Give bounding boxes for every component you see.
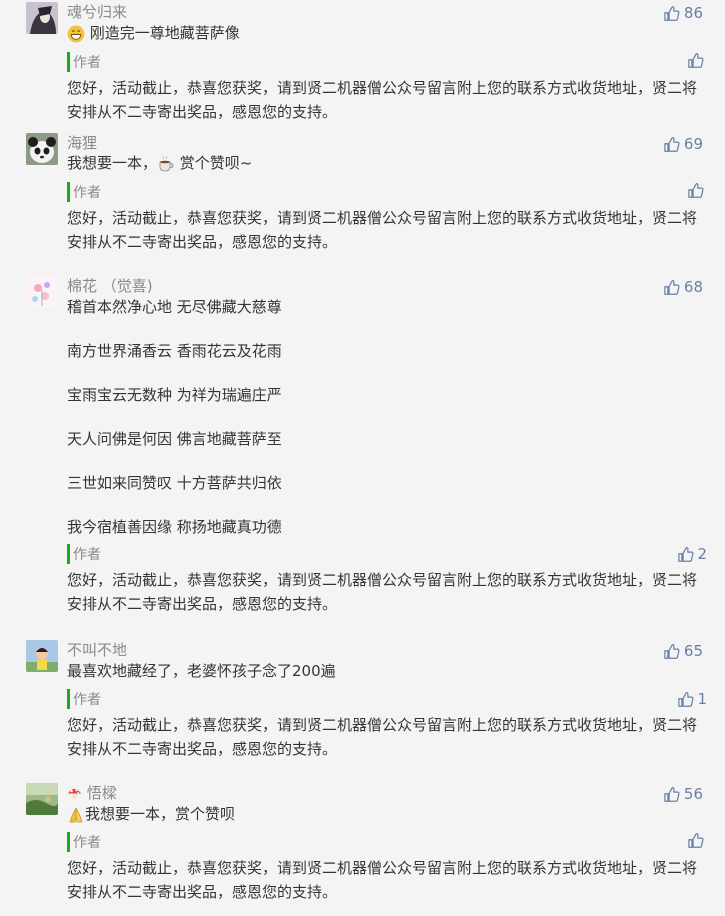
poem-line: 天人问佛是何因 佛言地藏菩萨至 (67, 430, 282, 448)
like-count: 69 (683, 135, 703, 153)
mushroom-emoji-icon (67, 788, 82, 800)
reply-like-button[interactable]: 2 (677, 544, 707, 564)
thumbs-up-icon (663, 786, 680, 803)
poem-line: 南方世界涌香云 香雨花云及花雨 (67, 342, 282, 360)
reply-text: 您好，活动截止，恭喜您获奖，请到贤二机器僧公众号留言附上您的联系方式收货地址，贤… (67, 79, 698, 121)
grinning-emoji-icon (67, 25, 85, 42)
reply-text: 您好，活动截止，恭喜您获奖，请到贤二机器僧公众号留言附上您的联系方式收货地址，贤… (67, 716, 698, 758)
thumbs-up-icon (663, 279, 680, 296)
like-count: 65 (683, 642, 703, 660)
author-reply: 作者 您好，活动截止，恭喜您获奖，请到贤二机器僧公众号留言附上您的联系方式收货地… (67, 832, 707, 904)
author-label: 作者 (67, 182, 707, 202)
author-reply: 作者 1 您好，活动截止，恭喜您获奖，请到贤二机器僧公众号留言附上您的联系方式收… (67, 689, 707, 761)
nickname[interactable]: 魂兮归来 (67, 2, 127, 22)
thumbs-up-icon (687, 52, 704, 69)
nickname[interactable]: 不叫不地 (67, 640, 127, 660)
thumbs-up-icon (663, 5, 680, 22)
like-count: 68 (683, 278, 703, 296)
comment-text: 最喜欢地藏经了，老婆怀孩子念了200遍 (67, 662, 336, 680)
reply-like-button[interactable] (687, 52, 707, 69)
author-label: 作者 (67, 689, 707, 709)
thumbs-up-icon (663, 643, 680, 660)
reply-like-button[interactable] (687, 832, 707, 849)
like-button[interactable]: 56 (663, 784, 703, 804)
reply-text: 您好，活动截止，恭喜您获奖，请到贤二机器僧公众号留言附上您的联系方式收货地址，贤… (67, 859, 698, 901)
thumbs-up-icon (687, 832, 704, 849)
poem-line: 我今宿植善因缘 称扬地藏真功德 (67, 518, 282, 536)
author-reply: 作者 您好，活动截止，恭喜您获奖，请到贤二机器僧公众号留言附上您的联系方式收货地… (67, 52, 707, 124)
like-button[interactable]: 86 (663, 3, 703, 23)
avatar[interactable] (26, 276, 58, 308)
avatar[interactable] (26, 133, 58, 165)
author-label: 作者 (67, 832, 707, 852)
poem-line: 三世如来同赞叹 十方菩萨共归依 (67, 474, 282, 492)
avatar[interactable] (26, 783, 58, 815)
nickname[interactable]: 悟樑 (67, 783, 117, 803)
poem-line: 宝雨宝云无数种 为祥为瑞遍庄严 (67, 386, 282, 404)
nickname[interactable]: 棉花 （觉喜) (67, 276, 153, 296)
coffee-cup-icon (159, 155, 174, 171)
author-reply: 作者 2 您好，活动截止，恭喜您获奖，请到贤二机器僧公众号留言附上您的联系方式收… (67, 544, 707, 616)
author-reply: 作者 您好，活动截止，恭喜您获奖，请到贤二机器僧公众号留言附上您的联系方式收货地… (67, 182, 707, 254)
thumbs-up-icon (687, 182, 704, 199)
thumbs-up-icon (677, 546, 694, 563)
author-label: 作者 (67, 544, 707, 564)
like-count: 56 (683, 785, 703, 803)
thumbs-up-icon (677, 691, 694, 708)
like-button[interactable]: 65 (663, 641, 703, 661)
poem-line: 稽首本然净心地 无尽佛藏大慈尊 (67, 298, 282, 316)
reply-like-count: 1 (697, 690, 707, 708)
like-button[interactable]: 68 (663, 277, 703, 297)
reply-like-count: 2 (697, 545, 707, 563)
thumbs-up-icon (663, 136, 680, 153)
nickname[interactable]: 海狸 (67, 133, 97, 153)
folded-hands-emoji-icon (69, 807, 83, 822)
like-button[interactable]: 69 (663, 134, 703, 154)
comment-text: 刚造完一尊地藏菩萨像 (67, 22, 240, 44)
comment-text: 我想要一本，赏个赞呗 (67, 803, 235, 825)
reply-like-button[interactable] (687, 182, 707, 199)
comment-text: 稽首本然净心地 无尽佛藏大慈尊 南方世界涌香云 香雨花云及花雨 宝雨宝云无数种 … (67, 296, 282, 538)
reply-text: 您好，活动截止，恭喜您获奖，请到贤二机器僧公众号留言附上您的联系方式收货地址，贤… (67, 571, 698, 613)
author-label: 作者 (67, 52, 707, 72)
avatar[interactable] (26, 2, 58, 34)
like-count: 86 (683, 4, 703, 22)
reply-like-button[interactable]: 1 (677, 689, 707, 709)
avatar[interactable] (26, 640, 58, 672)
comment-text: 我想要一本， 赏个赞呗~ (67, 154, 253, 172)
reply-text: 您好，活动截止，恭喜您获奖，请到贤二机器僧公众号留言附上您的联系方式收货地址，贤… (67, 209, 698, 251)
